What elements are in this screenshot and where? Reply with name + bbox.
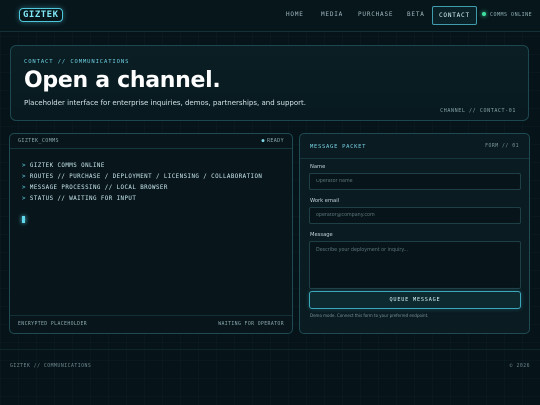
terminal-output: > GIZTEK COMMS ONLINE > ROUTES // PURCHA… <box>22 161 262 205</box>
nav-link-beta[interactable]: BETA <box>407 11 425 18</box>
terminal-line: > GIZTEK COMMS ONLINE <box>22 161 262 172</box>
footer-copyright: © 2026 <box>509 364 530 369</box>
footer-left: GIZTEK // COMMUNICATIONS <box>10 364 92 369</box>
email-label: Work email <box>310 198 340 204</box>
hero-subtitle: Placeholder interface for enterprise inq… <box>24 99 306 107</box>
terminal-line-text: GIZTEK COMMS ONLINE <box>29 163 105 169</box>
terminal-footer-left: ENCRYPTED PLACEHOLDER <box>18 322 88 327</box>
terminal-line: > STATUS // WAITING FOR INPUT <box>22 194 262 205</box>
message-form: MESSAGE PACKET FORM // 01 Name Work emai… <box>299 133 530 334</box>
terminal-line-text: ROUTES // PURCHASE / DEPLOYMENT / LICENS… <box>29 174 263 180</box>
terminal-header: GIZTEK_COMMS ● READY <box>10 134 292 149</box>
terminal-title: GIZTEK_COMMS <box>18 138 59 144</box>
status-text: COMMS ONLINE <box>490 12 533 18</box>
prompt-icon: > <box>22 196 26 202</box>
giztek-logo[interactable]: GIZTEK <box>19 8 63 22</box>
prompt-icon: > <box>22 174 26 180</box>
terminal-cursor <box>22 216 25 223</box>
form-header: MESSAGE PACKET FORM // 01 <box>300 134 529 159</box>
terminal-line: > MESSAGE PROCESSING // LOCAL BROWSER <box>22 183 262 194</box>
prompt-icon: > <box>22 185 26 191</box>
terminal-footer: ENCRYPTED PLACEHOLDER WAITING FOR OPERAT… <box>10 315 292 333</box>
message-label: Message <box>310 232 333 238</box>
terminal-ready: ● READY <box>262 138 284 144</box>
status-dot-icon <box>482 12 486 16</box>
ready-dot-icon: ● <box>261 138 265 144</box>
email-field[interactable] <box>309 207 521 224</box>
form-id: FORM // 01 <box>485 144 519 149</box>
nav-link-contact[interactable]: CONTACT <box>432 6 477 25</box>
name-label: Name <box>310 164 326 170</box>
form-note: Demo mode. Connect this form to your pre… <box>310 313 429 318</box>
message-field[interactable] <box>309 241 521 289</box>
hero-panel: CONTACT // COMMUNICATIONS Open a channel… <box>10 45 529 121</box>
terminal-line-text: MESSAGE PROCESSING // LOCAL BROWSER <box>29 185 168 191</box>
ready-text: READY <box>266 138 284 144</box>
page-title: Open a channel. <box>24 68 221 93</box>
top-nav: GIZTEK HOME MEDIA PURCHASE BETA CONTACT … <box>0 0 540 32</box>
name-field[interactable] <box>309 173 521 190</box>
footer-divider <box>0 349 540 350</box>
nav-link-media[interactable]: MEDIA <box>321 11 343 18</box>
terminal-footer-right: WAITING FOR OPERATOR <box>218 322 284 327</box>
hero-eyebrow: CONTACT // COMMUNICATIONS <box>24 59 130 65</box>
channel-label: CHANNEL // CONTACT-01 <box>440 108 516 114</box>
terminal-line: > ROUTES // PURCHASE / DEPLOYMENT / LICE… <box>22 172 262 183</box>
queue-message-button[interactable]: QUEUE MESSAGE <box>309 291 521 309</box>
terminal-line-text: STATUS // WAITING FOR INPUT <box>29 196 137 202</box>
nav-link-purchase[interactable]: PURCHASE <box>358 11 393 18</box>
nav-link-home[interactable]: HOME <box>286 11 304 18</box>
comms-status: COMMS ONLINE <box>482 12 532 18</box>
form-title: MESSAGE PACKET <box>310 144 367 150</box>
terminal-panel: GIZTEK_COMMS ● READY > GIZTEK COMMS ONLIN… <box>9 133 293 334</box>
prompt-icon: > <box>22 163 26 169</box>
